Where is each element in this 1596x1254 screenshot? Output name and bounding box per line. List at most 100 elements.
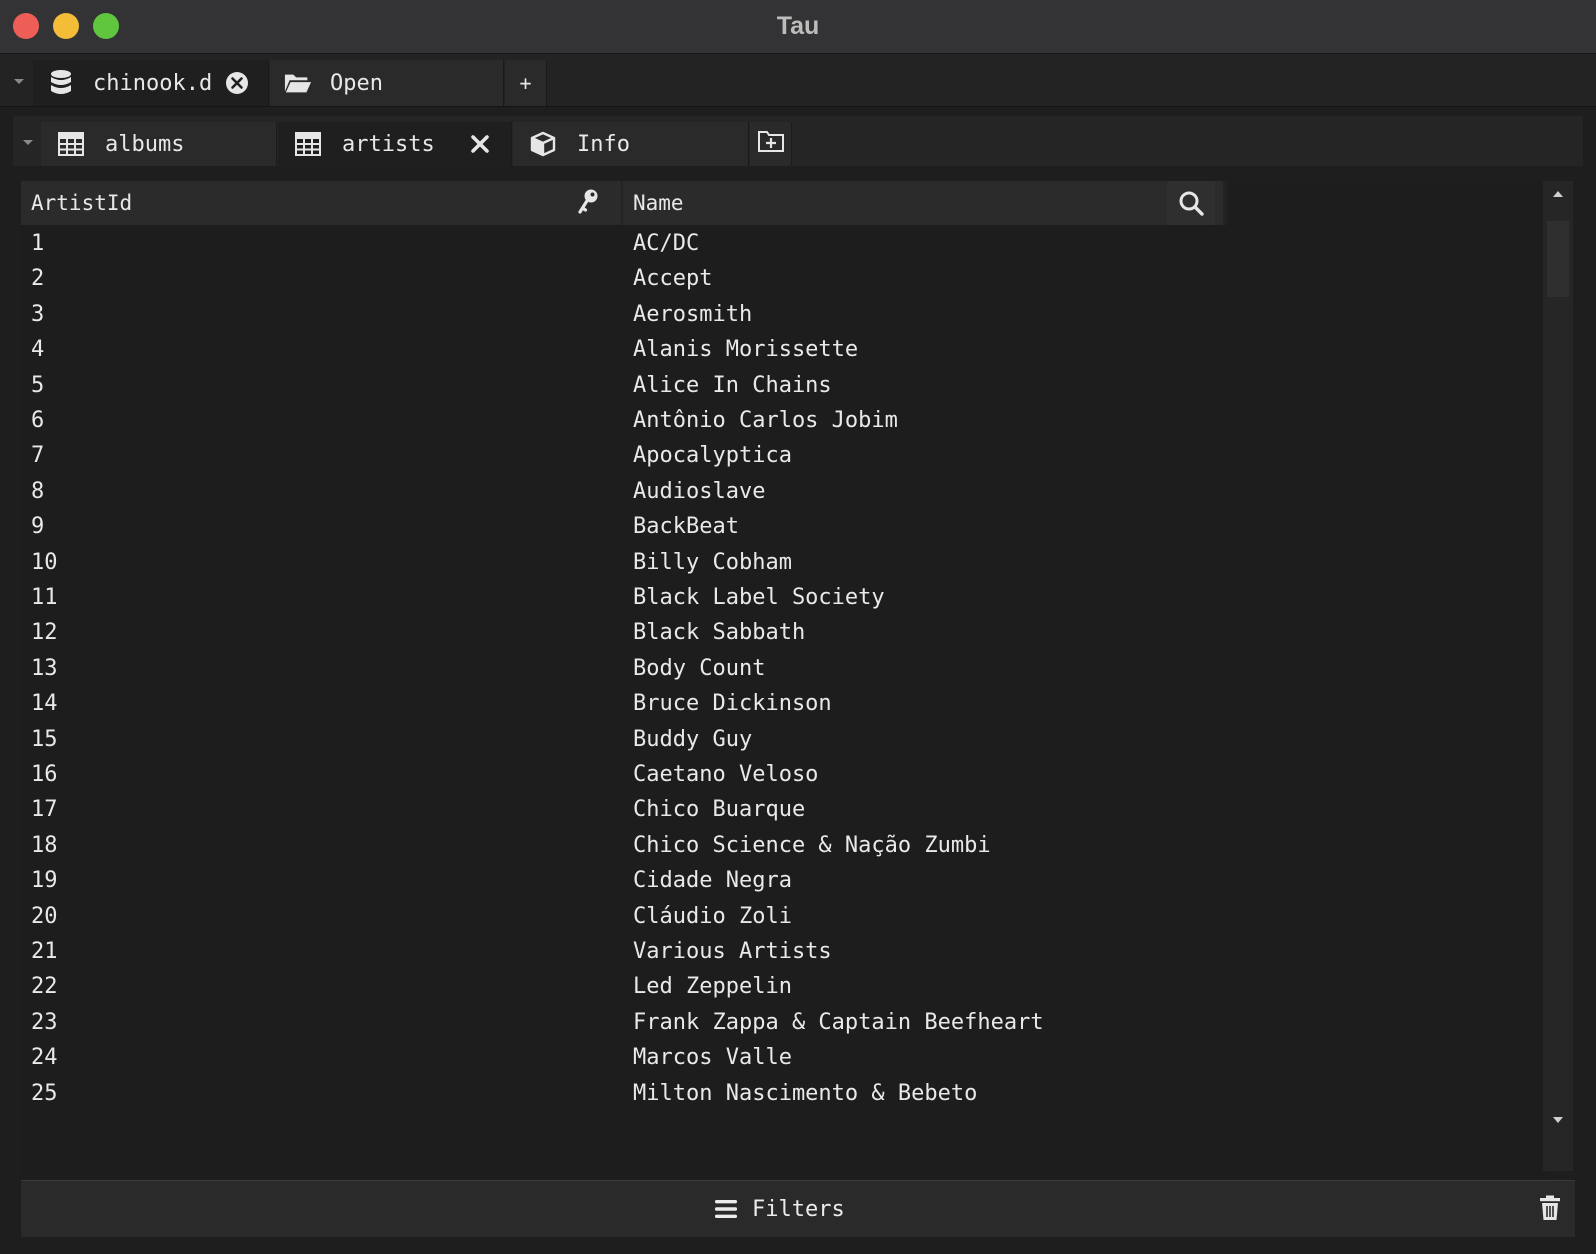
table-row[interactable]: 14 Bruce Dickinson [21,686,1547,721]
cell-artistid[interactable]: 4 [31,332,44,367]
cell-artistid[interactable]: 16 [31,757,58,792]
cell-artistid[interactable]: 10 [31,545,58,580]
cell-artistid[interactable]: 5 [31,368,44,403]
tab-info[interactable]: Info [513,122,749,166]
table-row[interactable]: 15 Buddy Guy [21,722,1547,757]
cell-name[interactable]: Apocalyptica [633,438,792,473]
filters-button[interactable]: Filters [714,1181,845,1237]
scroll-up-icon[interactable] [1553,191,1563,197]
cell-name[interactable]: Accept [633,261,712,296]
cell-artistid[interactable]: 20 [31,899,58,934]
cell-name[interactable]: Frank Zappa & Captain Beefheart [633,1005,1044,1040]
cell-name[interactable]: BackBeat [633,509,739,544]
table-row[interactable]: 10 Billy Cobham [21,545,1547,580]
table-row[interactable]: 12 Black Sabbath [21,615,1547,650]
table-icon [57,130,85,158]
cell-artistid[interactable]: 14 [31,686,58,721]
cell-artistid[interactable]: 24 [31,1040,58,1075]
table-row[interactable]: 21 Various Artists [21,934,1547,969]
table-row[interactable]: 3 Aerosmith [21,297,1547,332]
cell-artistid[interactable]: 7 [31,438,44,473]
cell-name[interactable]: Black Label Society [633,580,885,615]
cell-artistid[interactable]: 3 [31,297,44,332]
vertical-scrollbar[interactable] [1543,181,1573,1171]
cell-artistid[interactable]: 9 [31,509,44,544]
column-header-artistid[interactable]: ArtistId [21,181,621,225]
cell-name[interactable]: Antônio Carlos Jobim [633,403,898,438]
cell-artistid[interactable]: 13 [31,651,58,686]
file-tab-chinook[interactable]: chinook.d [33,60,269,106]
cell-artistid[interactable]: 6 [31,403,44,438]
scroll-down-icon[interactable] [1553,1117,1563,1123]
cell-artistid[interactable]: 25 [31,1076,58,1111]
tab-artists[interactable]: artists [278,122,512,166]
cell-name[interactable]: Body Count [633,651,765,686]
cell-artistid[interactable]: 1 [31,226,44,261]
table-row[interactable]: 25 Milton Nascimento & Bebeto [21,1076,1547,1111]
cell-name[interactable]: Cláudio Zoli [633,899,792,934]
cell-name[interactable]: Billy Cobham [633,545,792,580]
cell-name[interactable]: Caetano Veloso [633,757,818,792]
cell-artistid[interactable]: 2 [31,261,44,296]
cell-name[interactable]: Chico Science & Nação Zumbi [633,828,991,863]
cell-artistid[interactable]: 21 [31,934,58,969]
zoom-window-button[interactable] [93,13,119,39]
table-row[interactable]: 18 Chico Science & Nação Zumbi [21,828,1547,863]
table-row[interactable]: 11 Black Label Society [21,580,1547,615]
cell-name[interactable]: Aerosmith [633,297,752,332]
cell-name[interactable]: Led Zeppelin [633,969,792,1004]
table-row[interactable]: 20 Cláudio Zoli [21,899,1547,934]
cell-artistid[interactable]: 19 [31,863,58,898]
table-row[interactable]: 13 Body Count [21,651,1547,686]
table-row[interactable]: 16 Caetano Veloso [21,757,1547,792]
column-resize-handle[interactable] [1223,181,1227,225]
cell-name[interactable]: Audioslave [633,474,765,509]
cell-artistid[interactable]: 17 [31,792,58,827]
table-row[interactable]: 22 Led Zeppelin [21,969,1547,1004]
table-row[interactable]: 19 Cidade Negra [21,863,1547,898]
file-tab-open[interactable]: Open [270,60,504,106]
cell-artistid[interactable]: 15 [31,722,58,757]
new-tab-button[interactable]: + [505,60,547,106]
table-row[interactable]: 5 Alice In Chains [21,368,1547,403]
minimize-window-button[interactable] [53,13,79,39]
cell-name[interactable]: Cidade Negra [633,863,792,898]
cell-artistid[interactable]: 12 [31,615,58,650]
cell-artistid[interactable]: 23 [31,1005,58,1040]
table-row[interactable]: 2 Accept [21,261,1547,296]
trash-icon[interactable] [1539,1195,1561,1225]
cell-name[interactable]: Alice In Chains [633,368,832,403]
scroll-thumb[interactable] [1547,221,1569,297]
column-header-name[interactable]: Name [623,181,1223,225]
cell-artistid[interactable]: 22 [31,969,58,1004]
cell-name[interactable]: AC/DC [633,226,699,261]
table-row[interactable]: 9 BackBeat [21,509,1547,544]
table-tabs-dropdown-icon[interactable] [23,140,33,145]
search-icon[interactable] [1167,181,1215,225]
tab-albums[interactable]: albums [41,122,277,166]
cell-name[interactable]: Marcos Valle [633,1040,792,1075]
cell-name[interactable]: Various Artists [633,934,832,969]
file-tabs-dropdown-icon[interactable] [14,79,24,84]
table-row[interactable]: 7 Apocalyptica [21,438,1547,473]
table-row[interactable]: 6 Antônio Carlos Jobim [21,403,1547,438]
cell-artistid[interactable]: 18 [31,828,58,863]
cell-name[interactable]: Alanis Morissette [633,332,858,367]
table-row[interactable]: 24 Marcos Valle [21,1040,1547,1075]
cell-name[interactable]: Milton Nascimento & Bebeto [633,1076,977,1111]
table-row[interactable]: 8 Audioslave [21,474,1547,509]
close-file-tab-icon[interactable] [225,71,249,95]
close-tab-icon[interactable] [470,134,490,154]
table-row[interactable]: 17 Chico Buarque [21,792,1547,827]
cell-artistid[interactable]: 11 [31,580,58,615]
cell-artistid[interactable]: 8 [31,474,44,509]
table-row[interactable]: 23 Frank Zappa & Captain Beefheart [21,1005,1547,1040]
cell-name[interactable]: Buddy Guy [633,722,752,757]
cell-name[interactable]: Bruce Dickinson [633,686,832,721]
open-table-button[interactable] [750,122,792,166]
cell-name[interactable]: Black Sabbath [633,615,805,650]
table-row[interactable]: 4 Alanis Morissette [21,332,1547,367]
close-window-button[interactable] [13,13,39,39]
table-row[interactable]: 1 AC/DC [21,226,1547,261]
cell-name[interactable]: Chico Buarque [633,792,805,827]
